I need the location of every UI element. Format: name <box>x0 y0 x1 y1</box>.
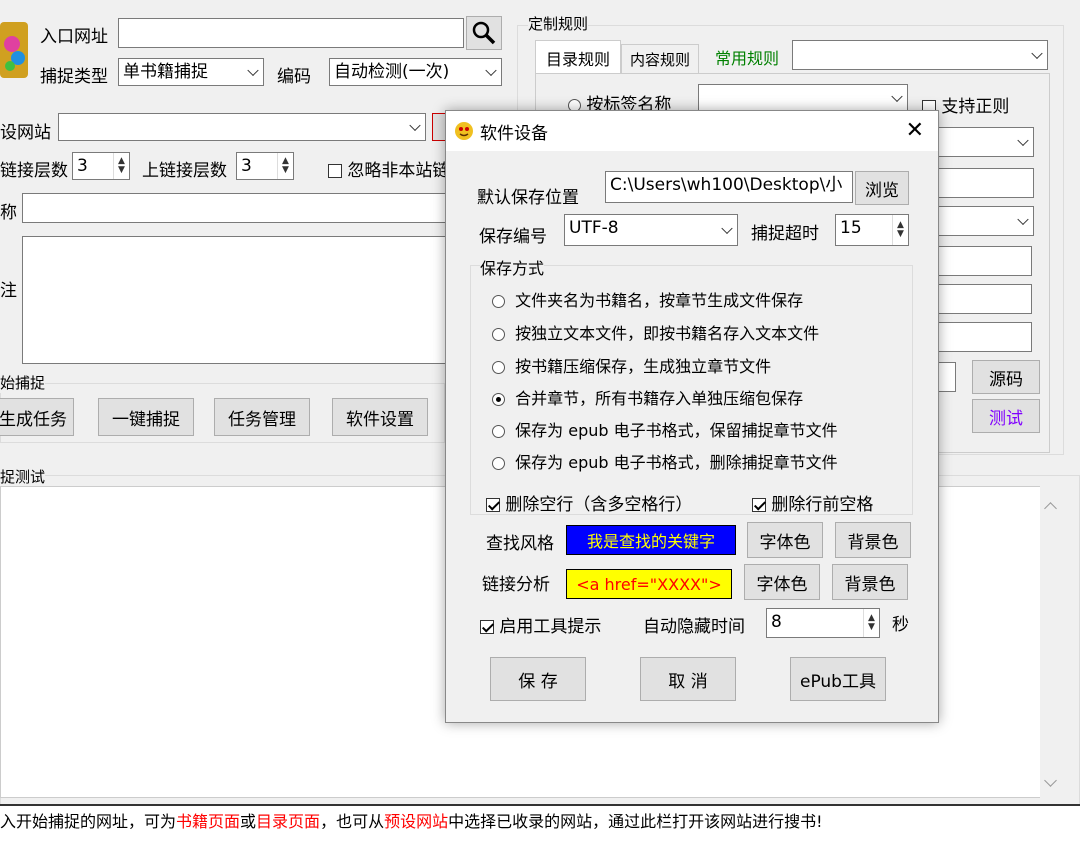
save-mode-radio-3[interactable]: 按书籍压缩保存，生成独立章节文件 <box>492 353 771 377</box>
rules-select-2[interactable] <box>938 127 1034 157</box>
preset-site-select[interactable] <box>58 113 426 141</box>
dialog-titlebar: 软件设备 ✕ <box>446 111 938 151</box>
status-text-3: 或 <box>240 812 257 831</box>
save-mode-radio-1[interactable]: 文件夹名为书籍名，按章节生成文件保存 <box>492 287 803 311</box>
link-depth-spinner[interactable]: 3 ▲ ▼ <box>72 152 130 180</box>
save-mode-radio-6[interactable]: 保存为 epub 电子书格式，删除捕捉章节文件 <box>492 449 838 473</box>
status-text-4: 目录页面 <box>256 812 321 831</box>
chevron-down-icon <box>247 64 259 77</box>
rules-input-3[interactable] <box>938 284 1032 314</box>
epub-tool-button[interactable]: ePub工具 <box>790 657 886 701</box>
capture-type-select[interactable]: 单书籍捕捉 <box>118 58 264 86</box>
save-button[interactable]: 保 存 <box>490 657 586 701</box>
status-text-5: ，也可从 <box>320 812 385 831</box>
enable-tooltip-checkbox[interactable]: 启用工具提示 <box>480 612 601 637</box>
app-icon <box>0 18 32 82</box>
save-mode-radio-4[interactable]: 合并章节，所有书籍存入单独压缩包保存 <box>492 385 803 409</box>
save-mode-radio-2[interactable]: 按独立文本文件，即按书籍名存入文本文件 <box>492 320 819 344</box>
rules-input-2[interactable] <box>938 246 1032 276</box>
entry-url-label: 入口网址 <box>40 27 108 47</box>
timeout-spinner[interactable]: 15 ▲ ▼ <box>835 214 909 246</box>
encoding-select[interactable]: 自动检测(一次) <box>329 58 502 86</box>
auto-hide-spinner[interactable]: 8 ▲ ▼ <box>766 608 880 638</box>
capture-group-label: 始捕捉 <box>0 372 46 393</box>
link-bg-color-button[interactable]: 背景色 <box>832 564 908 600</box>
chevron-down-icon <box>1017 213 1029 226</box>
find-font-color-button[interactable]: 字体色 <box>747 522 823 558</box>
encoding-label: 编码 <box>277 67 311 87</box>
search-icon <box>472 21 496 45</box>
capture-type-label: 捕捉类型 <box>40 67 108 87</box>
status-bar: 入开始捕捉的网址，可为书籍页面或目录页面，也可从预设网站中选择已收录的网站，通过… <box>0 804 1080 854</box>
software-settings-button[interactable]: 软件设置 <box>332 398 428 436</box>
rules-group-label: 定制规则 <box>528 13 589 34</box>
rules-input-1[interactable] <box>938 168 1034 198</box>
name-label: 称 <box>0 203 17 223</box>
chevron-down-icon <box>409 119 421 132</box>
dialog-app-icon <box>454 121 474 141</box>
save-encoding-label: 保存编号 <box>479 227 547 247</box>
generate-task-button[interactable]: 生成任务 <box>0 398 74 436</box>
save-encoding-select[interactable]: UTF-8 <box>564 214 738 246</box>
tag-select[interactable] <box>698 84 908 112</box>
close-icon[interactable]: ✕ <box>906 117 924 145</box>
test-button[interactable]: 测试 <box>972 399 1040 433</box>
default-save-input[interactable]: C:\Users\wh100\Desktop\小 <box>605 171 853 203</box>
chevron-down-icon <box>1017 134 1029 147</box>
rules-input-4[interactable] <box>938 322 1032 352</box>
vertical-scrollbar[interactable] <box>1040 486 1064 798</box>
save-mode-radio-5[interactable]: 保存为 epub 电子书格式，保留捕捉章节文件 <box>492 417 838 441</box>
link-analysis-label: 链接分析 <box>482 575 550 595</box>
find-bg-color-button[interactable]: 背景色 <box>835 522 911 558</box>
settings-dialog: 软件设备 ✕ 默认保存位置 C:\Users\wh100\Desktop\小 浏… <box>445 110 939 723</box>
link-font-color-button[interactable]: 字体色 <box>744 564 820 600</box>
find-style-sample: 我是查找的关键字 <box>566 525 736 555</box>
entry-url-input[interactable] <box>118 18 464 48</box>
note-label: 注 <box>0 281 17 301</box>
note-textarea[interactable] <box>22 236 446 364</box>
chevron-down-icon <box>485 64 497 77</box>
name-input[interactable] <box>22 193 446 223</box>
auto-hide-label: 自动隐藏时间 <box>643 617 745 637</box>
tab-content[interactable]: 内容规则 <box>621 44 699 74</box>
timeout-label: 捕捉超时 <box>751 224 819 244</box>
seconds-label: 秒 <box>892 615 909 635</box>
delete-leading-spaces-checkbox[interactable]: 删除行前空格 <box>752 490 873 515</box>
dialog-title: 软件设备 <box>480 123 548 144</box>
rules-select-3[interactable] <box>938 206 1034 236</box>
task-manage-button[interactable]: 任务管理 <box>214 398 310 436</box>
link-depth-label: 链接层数 <box>0 161 68 181</box>
default-save-label: 默认保存位置 <box>477 188 579 208</box>
one-click-capture-button[interactable]: 一键捕捉 <box>98 398 194 436</box>
up-link-depth-label: 上链接层数 <box>142 161 227 181</box>
scroll-down-icon[interactable] <box>1044 774 1057 787</box>
cancel-button[interactable]: 取 消 <box>640 657 736 701</box>
preset-site-label: 设网站 <box>0 123 51 143</box>
status-text-1: 入开始捕捉的网址，可为 <box>0 812 177 831</box>
scroll-up-icon[interactable] <box>1044 502 1057 515</box>
delete-empty-lines-checkbox[interactable]: 删除空行（含多空格行） <box>486 490 692 515</box>
search-button[interactable] <box>466 16 502 50</box>
link-analysis-sample: <a href="XXXX"> <box>566 569 732 599</box>
status-text-6: 预设网站 <box>384 812 449 831</box>
browse-button[interactable]: 浏览 <box>855 171 909 205</box>
find-style-label: 查找风格 <box>486 534 554 554</box>
common-rules-label: 常用规则 <box>715 49 780 68</box>
status-text-2: 书籍页面 <box>176 812 241 831</box>
rules-select-4[interactable] <box>938 362 956 392</box>
open-site-button[interactable] <box>432 113 446 141</box>
ignore-offsite-checkbox[interactable]: 忽略非本站链 <box>328 156 449 181</box>
save-mode-label: 保存方式 <box>480 255 545 279</box>
chevron-down-icon <box>891 90 903 103</box>
up-link-depth-spinner[interactable]: 3 ▲ ▼ <box>236 152 294 180</box>
chevron-down-icon <box>721 222 733 235</box>
source-button[interactable]: 源码 <box>972 360 1040 394</box>
common-rules-select[interactable] <box>792 40 1048 70</box>
tab-catalog[interactable]: 目录规则 <box>535 40 621 74</box>
status-text-7: 中选择已收录的网站，通过此栏打开该网站进行搜书! <box>448 812 823 831</box>
test-group-label: 捉测试 <box>0 466 46 487</box>
chevron-down-icon <box>1031 47 1043 60</box>
